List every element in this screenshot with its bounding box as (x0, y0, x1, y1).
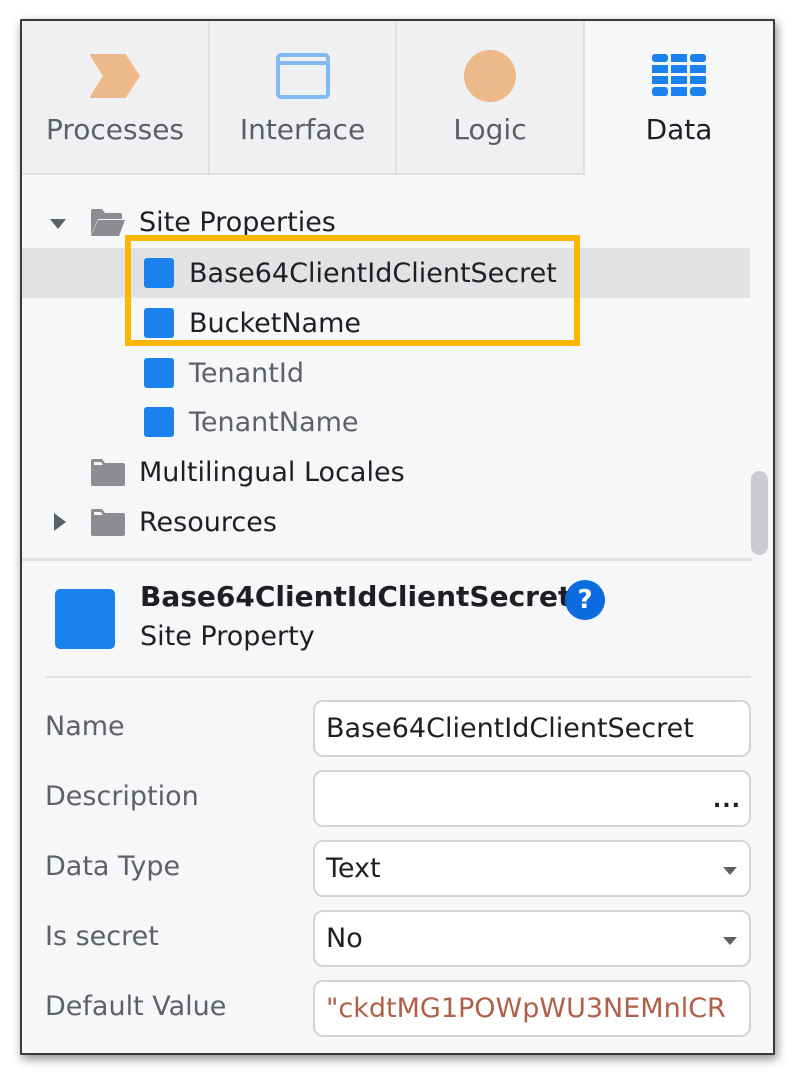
panel-splitter[interactable] (22, 558, 752, 561)
tree-label: TenantId (189, 357, 304, 389)
data-type-value: Text (326, 853, 381, 884)
default-value-text: "ckdtMG1POWpWU3NEMnlCR (326, 993, 726, 1024)
tab-interface[interactable]: Interface (210, 21, 397, 175)
tree-label: Base64ClientIdClientSecret (189, 257, 557, 289)
interface-window-icon (275, 51, 331, 101)
logic-circle-icon (462, 50, 518, 102)
folder-open-icon (91, 209, 125, 236)
tree-folder-multilingual-locales[interactable]: Multilingual Locales (22, 447, 750, 497)
name-label: Name (45, 711, 125, 742)
data-tree: Site Properties Base64ClientIdClientSecr… (22, 175, 773, 559)
tree-label: TenantName (189, 406, 359, 438)
tree-item-tenantname[interactable]: TenantName (22, 397, 750, 447)
tab-label: Data (645, 113, 713, 146)
site-property-icon (144, 358, 174, 388)
name-field[interactable]: Base64ClientIdClientSecret (313, 700, 751, 757)
help-icon[interactable]: ? (565, 580, 605, 620)
tree-item-base64clientidclientsecret[interactable]: Base64ClientIdClientSecret (22, 248, 750, 298)
property-title: Base64ClientIdClientSecret (140, 580, 572, 613)
tree-label: Site Properties (139, 206, 336, 238)
folder-icon (91, 509, 125, 536)
site-property-icon (144, 308, 174, 338)
tab-logic[interactable]: Logic (397, 21, 585, 175)
tab-processes[interactable]: Processes (22, 21, 210, 175)
tab-label: Processes (45, 113, 185, 146)
tree-item-tenantid[interactable]: TenantId (22, 348, 750, 398)
name-value: Base64ClientIdClientSecret (326, 713, 694, 744)
tab-label: Interface (239, 113, 366, 146)
data-type-label: Data Type (45, 851, 181, 882)
data-panel: Processes Interface Logic Data Site Prop… (20, 19, 775, 1055)
is-secret-select[interactable]: No (313, 910, 751, 967)
data-type-select[interactable]: Text (313, 840, 751, 897)
is-secret-label: Is secret (45, 921, 159, 952)
is-secret-value: No (326, 923, 363, 954)
dropdown-arrow-icon (723, 867, 737, 875)
tree-label: BucketName (189, 307, 362, 339)
tree-scrollbar[interactable] (751, 471, 768, 555)
tree-label: Resources (139, 506, 277, 538)
processes-chevron-icon (87, 51, 143, 101)
tab-label: Logic (453, 113, 527, 146)
data-table-icon (651, 51, 707, 101)
site-property-large-icon (55, 589, 115, 649)
more-options-icon[interactable]: ... (713, 788, 741, 813)
tree-item-bucketname[interactable]: BucketName (22, 298, 750, 348)
dropdown-arrow-icon (723, 937, 737, 945)
description-label: Description (45, 781, 199, 812)
default-value-field[interactable]: "ckdtMG1POWpWU3NEMnlCR (313, 980, 751, 1037)
property-subtitle: Site Property (140, 621, 315, 652)
folder-icon (91, 459, 125, 486)
divider (45, 676, 751, 678)
description-field[interactable]: ... (313, 770, 751, 827)
tab-bar: Processes Interface Logic Data (22, 21, 773, 175)
site-property-icon (144, 407, 174, 437)
default-value-label: Default Value (45, 991, 227, 1022)
tab-data[interactable]: Data (585, 21, 773, 175)
caret-down-icon[interactable] (48, 213, 68, 233)
caret-right-icon[interactable] (50, 512, 70, 532)
tree-folder-resources[interactable]: Resources (22, 497, 750, 547)
tree-label: Multilingual Locales (139, 456, 405, 488)
tree-folder-site-properties[interactable]: Site Properties (22, 197, 750, 247)
site-property-icon (144, 258, 174, 288)
